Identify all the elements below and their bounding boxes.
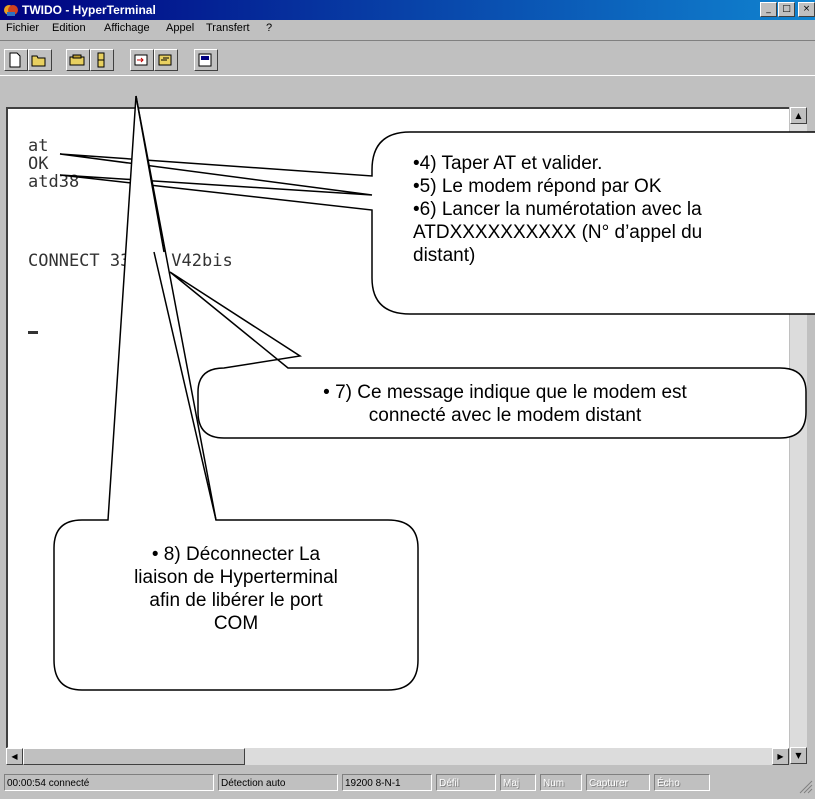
horizontal-scrollbar[interactable]: ◀ ▶ <box>6 748 789 765</box>
status-caps: Maj <box>500 774 536 791</box>
callout-step7: • 7) Ce message indique que le modem est <box>323 382 687 403</box>
new-icon <box>9 52 21 68</box>
callout-step4: •4) Taper AT et valider. <box>413 153 603 174</box>
callout-step8-line4: COM <box>213 613 259 634</box>
hyperterminal-app-icon[interactable] <box>3 2 19 18</box>
status-connection-time: 00:00:54 connecté <box>4 774 214 791</box>
callout-step6-command: ATDXXXXXXXXXX (N° d’appel du <box>413 222 703 243</box>
horizontal-scroll-thumb[interactable] <box>23 748 245 765</box>
menu-edition[interactable]: Edition <box>52 22 86 34</box>
status-scroll: Défil <box>436 774 496 791</box>
status-echo: Écho <box>654 774 710 791</box>
scroll-left-button[interactable]: ◀ <box>6 748 23 765</box>
new-button[interactable] <box>4 49 28 71</box>
callout-step6-note: distant) <box>413 245 476 266</box>
terminal-line: atd38 <box>28 172 80 192</box>
status-detection: Détection auto <box>218 774 338 791</box>
minimize-button[interactable]: _ <box>760 2 777 17</box>
send-icon <box>134 54 148 66</box>
send-button[interactable] <box>130 49 154 71</box>
title-bar[interactable]: TWIDO - HyperTerminal _ □ × <box>0 0 815 20</box>
scroll-right-button[interactable]: ▶ <box>772 748 789 765</box>
toolbar <box>0 40 815 76</box>
properties-button[interactable] <box>194 49 218 71</box>
resize-grip-icon[interactable] <box>799 780 813 794</box>
receive-button[interactable] <box>154 49 178 71</box>
status-capture: Capturer <box>586 774 650 791</box>
scroll-up-button[interactable]: ▲ <box>790 107 807 124</box>
vertical-scrollbar[interactable]: ▲ ▼ <box>789 107 807 764</box>
maximize-button[interactable]: □ <box>778 2 795 17</box>
open-button[interactable] <box>28 49 52 71</box>
menu-affichage[interactable]: Affichage <box>104 22 150 34</box>
menu-appel[interactable]: Appel <box>166 22 194 34</box>
callout-step6: •6) Lancer la numérotation avec la <box>413 199 702 220</box>
window-controls: _ □ × <box>760 2 815 18</box>
disconnect-icon <box>97 52 105 68</box>
scroll-down-button[interactable]: ▼ <box>790 747 807 764</box>
menu-transfert[interactable]: Transfert <box>206 22 250 34</box>
close-button[interactable]: × <box>798 2 815 17</box>
open-icon <box>31 55 46 67</box>
terminal-line: at <box>28 136 49 156</box>
callout-step8: • 8) Déconnecter La <box>151 544 321 565</box>
disconnect-button[interactable] <box>90 49 114 71</box>
receive-icon <box>158 54 172 66</box>
terminal-cursor <box>28 331 38 334</box>
status-bar: 00:00:54 connecté Détection auto 19200 8… <box>0 768 815 799</box>
callout-step8-line3: afin de libérer le port <box>149 590 323 611</box>
callout-step7-detail: connecté avec le modem distant <box>368 405 642 426</box>
properties-icon <box>198 53 212 67</box>
window-title: TWIDO - HyperTerminal <box>22 3 156 17</box>
menu-bar: Fichier Edition Affichage Appel Transfer… <box>0 20 815 39</box>
callout-step8-line2: liaison de Hyperterminal <box>134 567 338 588</box>
status-port-settings: 19200 8-N-1 <box>342 774 432 791</box>
callout-step5: •5) Le modem répond par OK <box>413 176 662 197</box>
connect-icon <box>69 54 85 66</box>
status-num: Num <box>540 774 582 791</box>
connect-button[interactable] <box>66 49 90 71</box>
terminal-line: OK <box>28 154 49 174</box>
menu-fichier[interactable]: Fichier <box>6 22 39 34</box>
terminal-line: CONNECT 33600 V42bis <box>28 251 233 271</box>
menu-help[interactable]: ? <box>266 22 272 34</box>
